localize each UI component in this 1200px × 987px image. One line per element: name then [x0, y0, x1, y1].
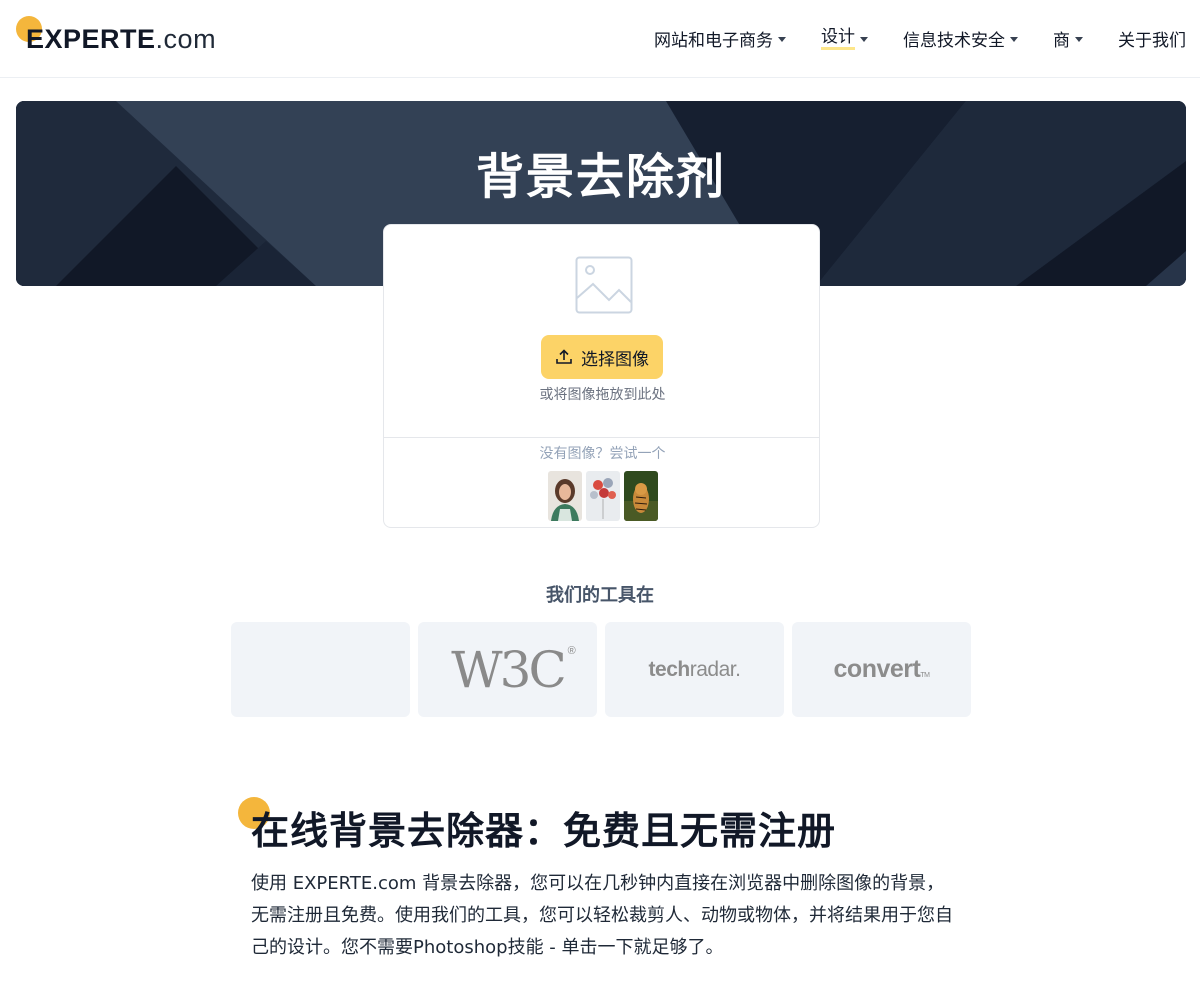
article-body: 使用 EXPERTE.com 背景去除器，您可以在几秒钟内直接在浏览器中删除图像…	[251, 873, 953, 958]
nav-label: 商	[1053, 30, 1070, 51]
w3c-text: W3C	[451, 640, 566, 699]
site-header: EXPERTE.com 网站和电子商务 设计 信息技术安全 商 关于我们	[0, 0, 1200, 78]
w3c-logo-text: W3C ®	[451, 640, 575, 699]
nav-label: 关于我们	[1118, 30, 1186, 51]
nav-item-about[interactable]: 关于我们	[1118, 26, 1186, 51]
logo-text: EXPERTE.com	[26, 24, 216, 55]
nav-item-design[interactable]: 设计	[821, 27, 868, 50]
sample-images	[548, 471, 658, 521]
techradar-light: radar.	[689, 657, 741, 681]
techradar-logo-text: techradar.	[649, 658, 741, 682]
techradar-bold: tech	[648, 657, 691, 681]
caret-down-icon	[778, 36, 786, 42]
convert-logo-text: convertTM	[834, 655, 930, 684]
select-image-button[interactable]: 选择图像	[541, 335, 663, 379]
image-placeholder-icon	[575, 256, 633, 314]
sample-tiger[interactable]	[624, 471, 658, 521]
logo-suffix: .com	[155, 24, 217, 54]
logo-brand: EXPERTE	[26, 24, 156, 54]
featured-logos: W3C ® techradar. convertTM	[231, 622, 971, 717]
blank-logo	[231, 622, 410, 717]
experte-logo[interactable]: EXPERTE.com	[16, 16, 216, 56]
nav-label: 网站和电子商务	[654, 30, 773, 51]
main-nav: 网站和电子商务 设计 信息技术安全 商 关于我们	[619, 26, 1186, 51]
article-title: 在线背景去除器：免费且无需注册	[251, 809, 837, 853]
convert-logo: convertTM	[792, 622, 971, 717]
upload-card[interactable]: 选择图像 或将图像拖放到此处 没有图像？尝试一个	[383, 224, 820, 528]
nav-label: 设计	[821, 27, 855, 50]
drop-hint: 或将图像拖放到此处	[539, 387, 666, 403]
techradar-logo: techradar.	[605, 622, 784, 717]
w3c-logo: W3C ®	[418, 622, 597, 717]
select-image-label: 选择图像	[581, 349, 649, 369]
convert-text: convert	[833, 655, 921, 683]
sample-balloons[interactable]	[586, 471, 620, 521]
nav-item-web-ecommerce[interactable]: 网站和电子商务	[654, 26, 786, 51]
nav-label: 信息技术安全	[903, 30, 1005, 51]
page-title: 背景去除剂	[475, 149, 726, 205]
upload-icon	[556, 349, 572, 364]
w3c-mark: ®	[567, 644, 576, 657]
nav-item-it-security[interactable]: 信息技术安全	[903, 26, 1018, 51]
sample-woman-portrait[interactable]	[548, 471, 582, 521]
caret-down-icon	[1075, 36, 1083, 42]
nav-item-business[interactable]: 商	[1053, 26, 1083, 51]
card-divider	[384, 437, 819, 438]
caret-down-icon	[860, 36, 868, 42]
tools-title: 我们的工具在	[546, 585, 654, 606]
caret-down-icon	[1010, 36, 1018, 42]
try-sample-label: 没有图像？尝试一个	[539, 446, 666, 462]
convert-mark: TM	[920, 672, 930, 679]
